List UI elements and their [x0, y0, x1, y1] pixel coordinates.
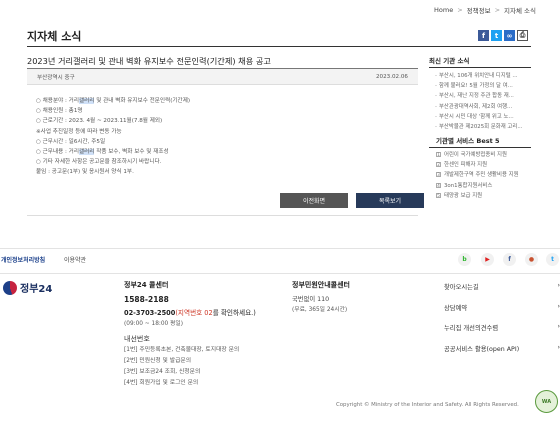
breadcrumb-separator: > [494, 6, 501, 14]
breadcrumb-current: 지자체 소식 [504, 7, 536, 15]
extension-line: [2번] 민원신청 및 발급문의 [124, 358, 192, 364]
copyright: Copyright © Ministry of the Interior and… [336, 402, 519, 408]
article-title: 2023년 거리갤러리 및 관내 벽화 유지보수 전문인력(기간제) 채용 공고 [27, 56, 271, 66]
body-line: ○ 채용분야 : 거리갤러리 및 관내 벽화 유지보수 전문인력(기간제) [36, 98, 191, 104]
call-center-hours: (09:00 ~ 18:00 평일) [124, 321, 183, 327]
previous-button[interactable]: 이전화면 [280, 193, 348, 208]
latest-news-item[interactable]: - 부산시 시민 대상 '함께 위고 노... [435, 112, 539, 122]
body-line: ※사업 추진일정 등에 따라 변동 가능 [36, 128, 122, 135]
breadcrumb-policy[interactable]: 정책정보 [467, 5, 491, 15]
call-center-info: 정부24 콜센터 1588-2188 02-3703-2500(지역번호 02를… [124, 280, 256, 389]
facebook-icon[interactable]: f [503, 253, 516, 266]
civil-center-heading: 정부민원안내콜센터 [292, 281, 350, 289]
latest-news-item[interactable]: - 부산관광대역사회, 제2회 여행... [435, 102, 539, 112]
gov24-logo-text: 정부24 [20, 284, 53, 295]
latest-news-list: - 부산시, 106개 위치안내 디지털 ... - 함께 불러요! 5월 가정의 … [435, 71, 539, 132]
consult-reservation-link[interactable]: 상담예약 › [444, 303, 560, 324]
list-button[interactable]: 목록보기 [356, 193, 424, 208]
footer-inner-divider [0, 273, 560, 274]
link-copy-icon[interactable]: ∞ [504, 30, 515, 41]
gov24-emblem-icon [3, 280, 17, 295]
best-service-item[interactable]: 1 어린이 국가예방접종비 지원 [436, 150, 540, 160]
privacy-policy-link[interactable]: 개인정보처리방침 [1, 255, 45, 264]
breadcrumb-home[interactable]: Home [434, 6, 453, 14]
latest-news-item[interactable]: - 부산박물관 제2025회 문화재 고리... [435, 122, 539, 132]
call-center-heading: 정부24 콜센터 [124, 281, 169, 289]
call-center-alt-number: 02-3703-2500(지역번호 02를 확인하세요.) [124, 309, 256, 317]
best-services-list: 1 어린이 국가예방접종비 지원 2 한센인 피해자 지원 3 개발제한구역 주민 생… [436, 150, 540, 201]
latest-news-item[interactable]: - 부산시, 106개 위치안내 디지털 ... [435, 71, 539, 81]
gov24-logo: 정부24 [3, 280, 52, 295]
body-line: ○ 채용인원 : 총1명 [36, 108, 83, 115]
directions-link[interactable]: 찾아오시는길 › [444, 282, 560, 303]
best-service-item[interactable]: 2 한센인 피해자 지원 [436, 160, 540, 170]
latest-news-item[interactable]: - 함께 불러요! 5월 가정의 달 여... [435, 81, 539, 91]
breadcrumb-separator: > [457, 6, 463, 14]
instagram-icon[interactable]: ● [525, 253, 538, 266]
print-icon[interactable]: ⎙ [517, 30, 528, 41]
latest-news-item[interactable]: - 부산시, 재난 지정 주관 합동 재... [435, 91, 539, 101]
civil-center-hours: (무료, 365일 24시간) [292, 307, 348, 313]
call-center-number: 1588-2188 [124, 295, 169, 304]
extension-line: [1번] 주민등록초본, 건축물대장, 토지대장 문의 [124, 347, 240, 353]
extension-line: [4번] 회원가입 및 로그인 문의 [124, 380, 199, 386]
latest-news-heading: 최신 기관 소식 [429, 57, 470, 65]
article-body: ○ 채용분야 : 거리갤러리 및 관내 벽화 유지보수 전문인력(기간제) ○ … [36, 96, 406, 178]
title-divider [27, 46, 531, 47]
article-actions: 이전화면 목록보기 [280, 193, 424, 208]
web-accessibility-mark-icon: WA [535, 390, 558, 413]
extension-line: [3번] 보조금24 조회, 신청문의 [124, 369, 201, 375]
twitter-icon[interactable]: t [546, 253, 559, 266]
body-line: ○ 근로기간 : 2023. 4월 ~ 2023.11월(7.8월 제외) [36, 118, 163, 125]
footer-quick-links: 찾아오시는길 › 상담예약 › 누리집 개선의견수렴 › 공공서비스 활용(open … [444, 282, 560, 364]
extension-heading: 내선번호 [124, 335, 150, 343]
youtube-icon[interactable]: ▶ [481, 253, 494, 266]
facebook-share-icon[interactable]: f [478, 30, 489, 41]
terms-link[interactable]: 이용약관 [64, 255, 86, 264]
body-line: ○ 근무시간 : 일6시간, 주5일 [36, 138, 106, 145]
blog-icon[interactable]: b [458, 253, 471, 266]
best-services-heading: 기관별 서비스 Best 5 [436, 137, 500, 145]
article-meta: 부산광역시 중구 2023.02.06 [27, 69, 418, 85]
civil-center-info: 정부민원안내콜센터 국번없이 110 (무료, 365일 24시간) [292, 280, 350, 316]
body-line: ○ 근무내용 : 거리갤러리 작품 보수, 벽화 보수 및 재조성 [36, 149, 169, 156]
share-toolbar: f t ∞ ⎙ [478, 30, 528, 41]
feedback-link[interactable]: 누리집 개선의견수렴 › [444, 323, 560, 344]
body-line: 붙임 : 공고문(1부) 및 응시원서 양식 1부. [36, 169, 134, 176]
footer-divider [0, 248, 560, 249]
latest-news-divider [429, 67, 531, 68]
body-line: ○ 기타 자세한 사항은 공고문을 참조하시기 바랍니다. [36, 159, 162, 166]
article-bottom-divider [27, 215, 418, 216]
best-service-item[interactable]: 4 3on1통합지원서비스 [436, 181, 540, 191]
best-services-divider [429, 147, 531, 148]
breadcrumb: Home > 정책정보 > 지자체 소식 [434, 5, 536, 15]
open-api-link[interactable]: 공공서비스 활용(open API) › [444, 344, 560, 365]
page-title: 지자체 소식 [27, 30, 82, 43]
article-date: 2023.02.06 [375, 73, 408, 80]
civil-center-number: 국번없이 110 [292, 296, 330, 303]
best-service-item[interactable]: 5 태양광 보급 지원 [436, 191, 540, 201]
article-org: 부산광역시 중구 [37, 74, 75, 81]
twitter-share-icon[interactable]: t [491, 30, 502, 41]
best-service-item[interactable]: 3 개발제한구역 주민 생활비용 지원 [436, 170, 540, 180]
